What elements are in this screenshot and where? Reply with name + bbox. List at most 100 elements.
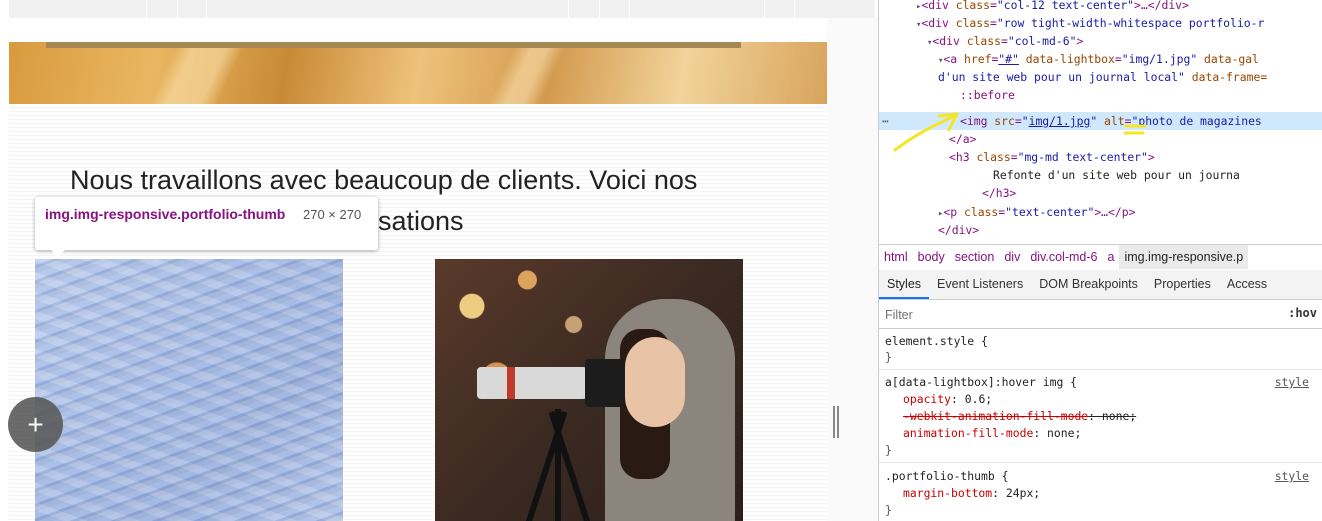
css-property-value[interactable]: none; [1102,409,1136,423]
breadcrumb: html body section div div.col-md-6 a img.img-r… [879,244,1322,271]
dom-node-text: <img src="img/1.jpg" alt="photo de magaz… [960,112,1262,130]
dom-token: <a [943,52,964,66]
dom-token: >…</div> [1134,0,1189,12]
css-declaration[interactable]: animation-fill-mode: none; [903,425,1081,441]
breadcrumb-item[interactable]: div [999,245,1025,269]
dom-token: alt [1097,114,1125,128]
rule-close-brace: } [885,443,892,457]
breadcrumb-item[interactable]: a [1102,245,1119,269]
hov-toggle[interactable]: :hov [1288,306,1317,320]
dom-node[interactable]: Refonte d'un site web pour un journa [879,166,1322,184]
more-options-icon[interactable]: ⋯ [882,112,889,130]
breadcrumb-item[interactable]: body [913,245,950,269]
portfolio-heading: Nous travaillons avec beaucoup de client… [70,165,698,195]
dom-token: <div [921,0,956,12]
breadcrumb-item[interactable]: div.col-md-6 [1025,245,1102,269]
styles-tabbar: Styles Event Listeners DOM Breakpoints Prop… [879,270,1322,300]
breadcrumb-item[interactable]: section [950,245,1000,269]
dom-node-text: d'un site web pour un journal local" dat… [938,68,1267,86]
dom-token: src [994,114,1015,128]
annotation-underline [1123,124,1147,135]
dom-token: "row tight-width-whitespace portfolio-r [996,16,1265,30]
dom-node-text: ::before [960,86,1015,104]
tab-dom-breakpoints[interactable]: DOM Breakpoints [1031,270,1146,298]
dom-node[interactable]: </h3> [879,184,1322,202]
dom-node[interactable]: ▾<div class="row tight-width-whitespace … [879,14,1322,32]
css-declaration[interactable]: opacity: 0.6; [903,391,992,407]
dom-token: "photo de magazines [1131,114,1262,128]
dom-node[interactable]: </div> [879,221,1322,239]
breadcrumb-item[interactable]: img.img-responsive.p [1119,245,1249,269]
portfolio-thumb-photographer[interactable] [435,259,743,521]
dom-node[interactable]: ::before [879,86,1322,104]
dom-token: class [955,16,991,30]
panel-resize-handle[interactable] [833,406,839,438]
dom-token: <div [932,34,967,48]
dom-token: class [964,205,999,219]
dom-token[interactable]: img/1.jpg [1029,114,1091,128]
css-colon: : [951,392,965,406]
thumb-rule-source[interactable]: style [1275,468,1309,484]
css-property-name[interactable]: opacity [903,392,951,406]
hover-rule-source[interactable]: style [1275,374,1309,390]
rule-close-brace: } [885,503,892,517]
hover-rule-selector[interactable]: a[data-lightbox]:hover img { [885,374,1077,390]
dom-node-text: </div> [938,221,979,239]
css-colon: : [1088,409,1102,423]
tab-event-listeners[interactable]: Event Listeners [929,270,1031,298]
dom-token: data-gal [1197,52,1259,66]
css-declaration[interactable]: margin-bottom: 24px; [903,485,1040,501]
filter-input[interactable] [883,304,1267,325]
camera-body [585,359,625,407]
css-declaration[interactable]: -webkit-animation-fill-mode: none; [903,408,1136,424]
tab-properties[interactable]: Properties [1146,270,1219,298]
dom-node[interactable]: ▸<p class="text-center">…</p> [879,203,1322,221]
dom-token: href [964,52,992,66]
dom-token: class [976,150,1011,164]
dom-node-text: ▸<p class="text-center">…</p> [938,203,1135,221]
breadcrumb-item[interactable]: html [879,245,913,269]
dom-token: = [990,16,997,30]
plus-button[interactable]: + [8,397,63,452]
dom-token: Refonte d'un site web pour un journa [993,168,1240,182]
tab-styles[interactable]: Styles [879,271,930,299]
dom-token: "text-center" [1005,205,1095,219]
hero-banner-image [9,42,827,104]
element-style-rule[interactable]: element.style { [885,333,988,349]
dom-node[interactable]: ▾<a href="#" data-lightbox="img/1.jpg" d… [879,50,1322,68]
page-margin [827,18,878,521]
page-preview: Nous travaillons avec beaucoup de client… [0,0,878,521]
dom-token: class [966,34,1002,48]
dom-node-text: ▸<div class="col-12 text-center">…</div> [916,0,1189,14]
css-property-value[interactable]: 0.6; [965,392,992,406]
dom-token: data-frame= [1184,70,1268,84]
css-property-name[interactable]: animation-fill-mode [903,426,1033,440]
dom-token: = [990,0,997,12]
dom-token: <div [921,16,956,30]
dom-token: "col-12 text-center" [996,0,1135,12]
dom-node[interactable]: ▾<div class="col-md-6"> [879,32,1322,50]
dom-token: class [955,0,991,12]
filter-bar: :hov [879,300,1322,329]
dom-node[interactable]: d'un site web pour un journal local" dat… [879,68,1322,86]
css-property-name[interactable]: margin-bottom [903,486,992,500]
css-property-value[interactable]: none; [1047,426,1081,440]
thumb-rule-selector[interactable]: .portfolio-thumb { [885,468,1008,484]
portfolio-heading-tail: sations [378,206,464,236]
tab-access[interactable]: Access [1219,270,1275,298]
dom-node[interactable]: ▸<div class="col-12 text-center">…</div> [879,0,1322,14]
dom-token: d'un site web pour un journal local" [938,70,1185,84]
tooltip-dimensions: 270 × 270 [303,207,362,222]
dom-token: </div> [938,223,980,237]
css-colon: : [992,486,1006,500]
css-property-value[interactable]: 24px; [1006,486,1040,500]
dom-node-text: Refonte d'un site web pour un journa [993,166,1240,184]
dom-token: "mg-md text-center" [1017,150,1148,164]
dom-token[interactable]: "#" [998,52,1019,66]
top-strip [9,0,875,18]
portfolio-thumb-magazines[interactable] [35,259,343,521]
dom-token: > [1076,34,1084,48]
css-property-name[interactable]: -webkit-animation-fill-mode [903,409,1088,423]
dom-token: ::before [960,88,1015,102]
devtools-panel: ▸<div class="col-12 text-center">…</div>… [878,0,1322,521]
